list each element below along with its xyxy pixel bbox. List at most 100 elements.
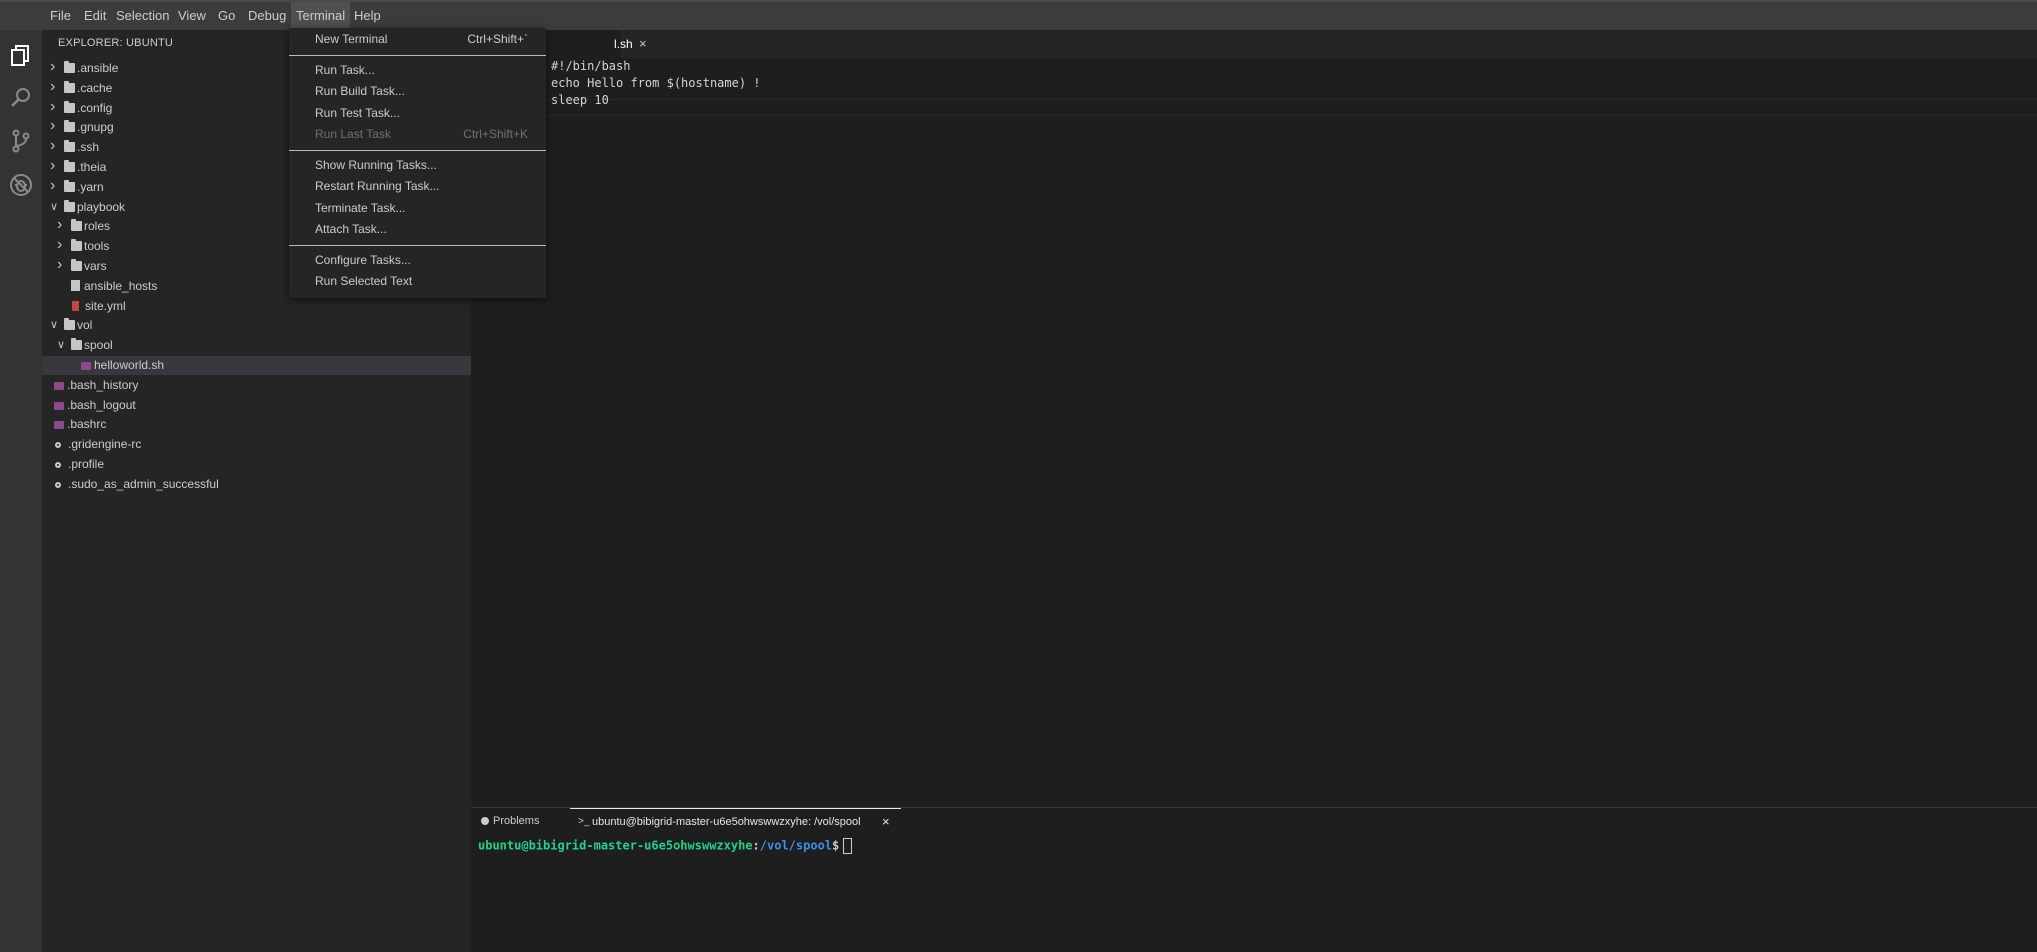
search-icon[interactable]	[6, 83, 36, 113]
shell-file-icon	[54, 381, 64, 390]
menu-selection[interactable]: Selection	[111, 2, 174, 30]
gear-icon	[55, 442, 61, 449]
chevron-right-icon[interactable]: ›	[57, 235, 67, 254]
folder-icon	[64, 140, 75, 153]
terminal-close-icon[interactable]: ×	[882, 809, 890, 835]
prompt-symbol: $	[832, 838, 840, 853]
chevron-right-icon[interactable]: ›	[50, 57, 60, 76]
explorer-icon[interactable]	[6, 40, 36, 70]
chevron-right-icon[interactable]: ›	[50, 156, 60, 175]
menu-item-new-terminal[interactable]: New Terminal Ctrl+Shift+`	[289, 29, 546, 50]
menu-item-label: Terminate Task...	[315, 200, 406, 215]
menu-item-shortcut: Ctrl+Shift+K	[463, 127, 528, 141]
tree-item-label: .cache	[77, 80, 113, 95]
menu-item-label: Attach Task...	[315, 222, 387, 236]
folder-icon	[64, 80, 75, 93]
tree-item[interactable]: site.yml	[42, 297, 471, 316]
menu-go[interactable]: Go	[213, 2, 240, 30]
tab-terminal[interactable]: >_ ubuntu@bibigrid-master-u6e5ohwswwzxyh…	[570, 808, 901, 835]
code-line[interactable]: #!/bin/bash	[551, 58, 630, 75]
folder-icon	[64, 61, 75, 73]
folder-icon	[71, 239, 82, 252]
menu-item-restart-running-task[interactable]: Restart Running Task...	[289, 176, 546, 197]
prompt-user: ubuntu@bibigrid-master-u6e5ohwswwzxyhe	[478, 838, 753, 853]
menu-file[interactable]: File	[45, 2, 76, 30]
tree-item-label: .sudo_as_admin_successful	[68, 476, 219, 491]
menu-item-label: Show Running Tasks...	[315, 157, 437, 172]
tree-item[interactable]: ∨ spool	[42, 336, 471, 355]
tree-item[interactable]: .bashrc	[42, 415, 471, 434]
menu-debug[interactable]: Debug	[243, 2, 291, 30]
code-line[interactable]: sleep 10	[551, 92, 609, 109]
explorer-title: EXPLORER: UBUNTU	[58, 37, 174, 49]
menu-item-run-test-task[interactable]: Run Test Task...	[289, 103, 546, 124]
tree-item[interactable]: .sudo_as_admin_successful	[42, 475, 471, 494]
menu-edit[interactable]: Edit	[79, 2, 111, 30]
chevron-right-icon[interactable]: ›	[57, 215, 67, 234]
editor-tab[interactable]: l.sh ×	[539, 30, 647, 58]
chevron-down-icon[interactable]: ∨	[50, 316, 60, 335]
tree-item-label: .theia	[77, 160, 107, 174]
tree-item[interactable]: .bash_history	[42, 376, 471, 395]
menubar: File Edit Selection View Go Debug Termin…	[0, 0, 2037, 30]
terminal-menu-dropdown: New Terminal Ctrl+Shift+` Run Task... Run B…	[289, 28, 546, 298]
chevron-right-icon[interactable]: ›	[50, 77, 60, 96]
tree-item-label: vars	[84, 259, 107, 273]
tree-item[interactable]: helloworld.sh	[42, 356, 471, 375]
tree-item[interactable]: .profile	[42, 455, 471, 474]
terminal-prompt[interactable]: ubuntu@bibigrid-master-u6e5ohwswwzxyhe:/…	[478, 838, 853, 854]
tab-close-icon[interactable]: ×	[639, 30, 647, 58]
menu-item-label: Run Test Task...	[315, 105, 400, 120]
chevron-down-icon[interactable]: ∨	[57, 336, 67, 355]
menu-terminal[interactable]: Terminal	[291, 2, 351, 30]
folder-icon	[64, 120, 75, 133]
prompt-path: /vol/spool	[759, 838, 833, 853]
shell-file-icon	[81, 362, 91, 370]
menu-view[interactable]: View	[173, 2, 211, 30]
terminal-tab-label: ubuntu@bibigrid-master-u6e5ohwswwzxyhe: …	[592, 816, 861, 828]
tree-item-label: roles	[84, 219, 111, 234]
folder-icon	[71, 259, 82, 271]
debug-icon[interactable]	[6, 170, 36, 200]
menu-separator	[289, 149, 546, 151]
tree-item[interactable]: .bash_logout	[42, 396, 471, 415]
tree-item-label: .gridengine-rc	[68, 437, 142, 452]
menu-item-label: Restart Running Task...	[315, 179, 440, 193]
menu-item-terminate-task[interactable]: Terminate Task...	[289, 198, 546, 219]
menu-item-attach-task[interactable]: Attach Task...	[289, 219, 546, 240]
chevron-right-icon[interactable]: ›	[57, 255, 67, 274]
editor-area: l.sh × #!/bin/bash echo Hello from $(hos…	[471, 30, 2037, 807]
chevron-down-icon[interactable]: ∨	[50, 198, 60, 217]
menu-help[interactable]: Help	[349, 2, 386, 30]
menu-item-run-build-task[interactable]: Run Build Task...	[289, 81, 546, 102]
menu-item-show-running-tasks[interactable]: Show Running Tasks...	[289, 155, 546, 176]
terminal-icon: >_	[578, 816, 590, 827]
menu-item-configure-tasks[interactable]: Configure Tasks...	[289, 250, 546, 271]
menu-item-run-selected-text[interactable]: Run Selected Text	[289, 271, 546, 292]
menu-separator	[289, 244, 546, 246]
tab-problems[interactable]: Problems	[481, 808, 539, 834]
tab-label: l.sh	[614, 37, 633, 51]
terminal-cursor	[843, 838, 853, 854]
tree-item-label: .profile	[68, 457, 105, 471]
bottom-panel: Problems >_ ubuntu@bibigrid-master-u6e5o…	[471, 807, 2037, 952]
chevron-right-icon[interactable]: ›	[50, 116, 60, 135]
tree-item[interactable]: .gridengine-rc	[42, 435, 471, 454]
menu-item-label: New Terminal	[315, 32, 388, 46]
source-control-icon[interactable]	[6, 126, 36, 156]
tree-item-label: vol	[77, 318, 93, 333]
folder-icon	[64, 199, 75, 212]
current-line-highlight	[471, 99, 2037, 116]
menu-item-run-last-task: Run Last Task Ctrl+Shift+K	[289, 124, 546, 145]
chevron-right-icon[interactable]: ›	[50, 176, 60, 195]
tree-item[interactable]: ∨ vol	[42, 316, 471, 335]
code-line[interactable]: echo Hello from $(hostname) !	[551, 75, 761, 92]
activity-bar	[0, 30, 42, 952]
problems-label: Problems	[493, 815, 540, 827]
chevron-right-icon[interactable]: ›	[50, 136, 60, 155]
chevron-right-icon[interactable]: ›	[50, 97, 60, 116]
menu-item-run-task[interactable]: Run Task...	[289, 60, 546, 81]
prompt-separator: :	[752, 838, 760, 853]
tree-item-label: .config	[77, 100, 113, 115]
yaml-file-icon	[72, 300, 79, 311]
